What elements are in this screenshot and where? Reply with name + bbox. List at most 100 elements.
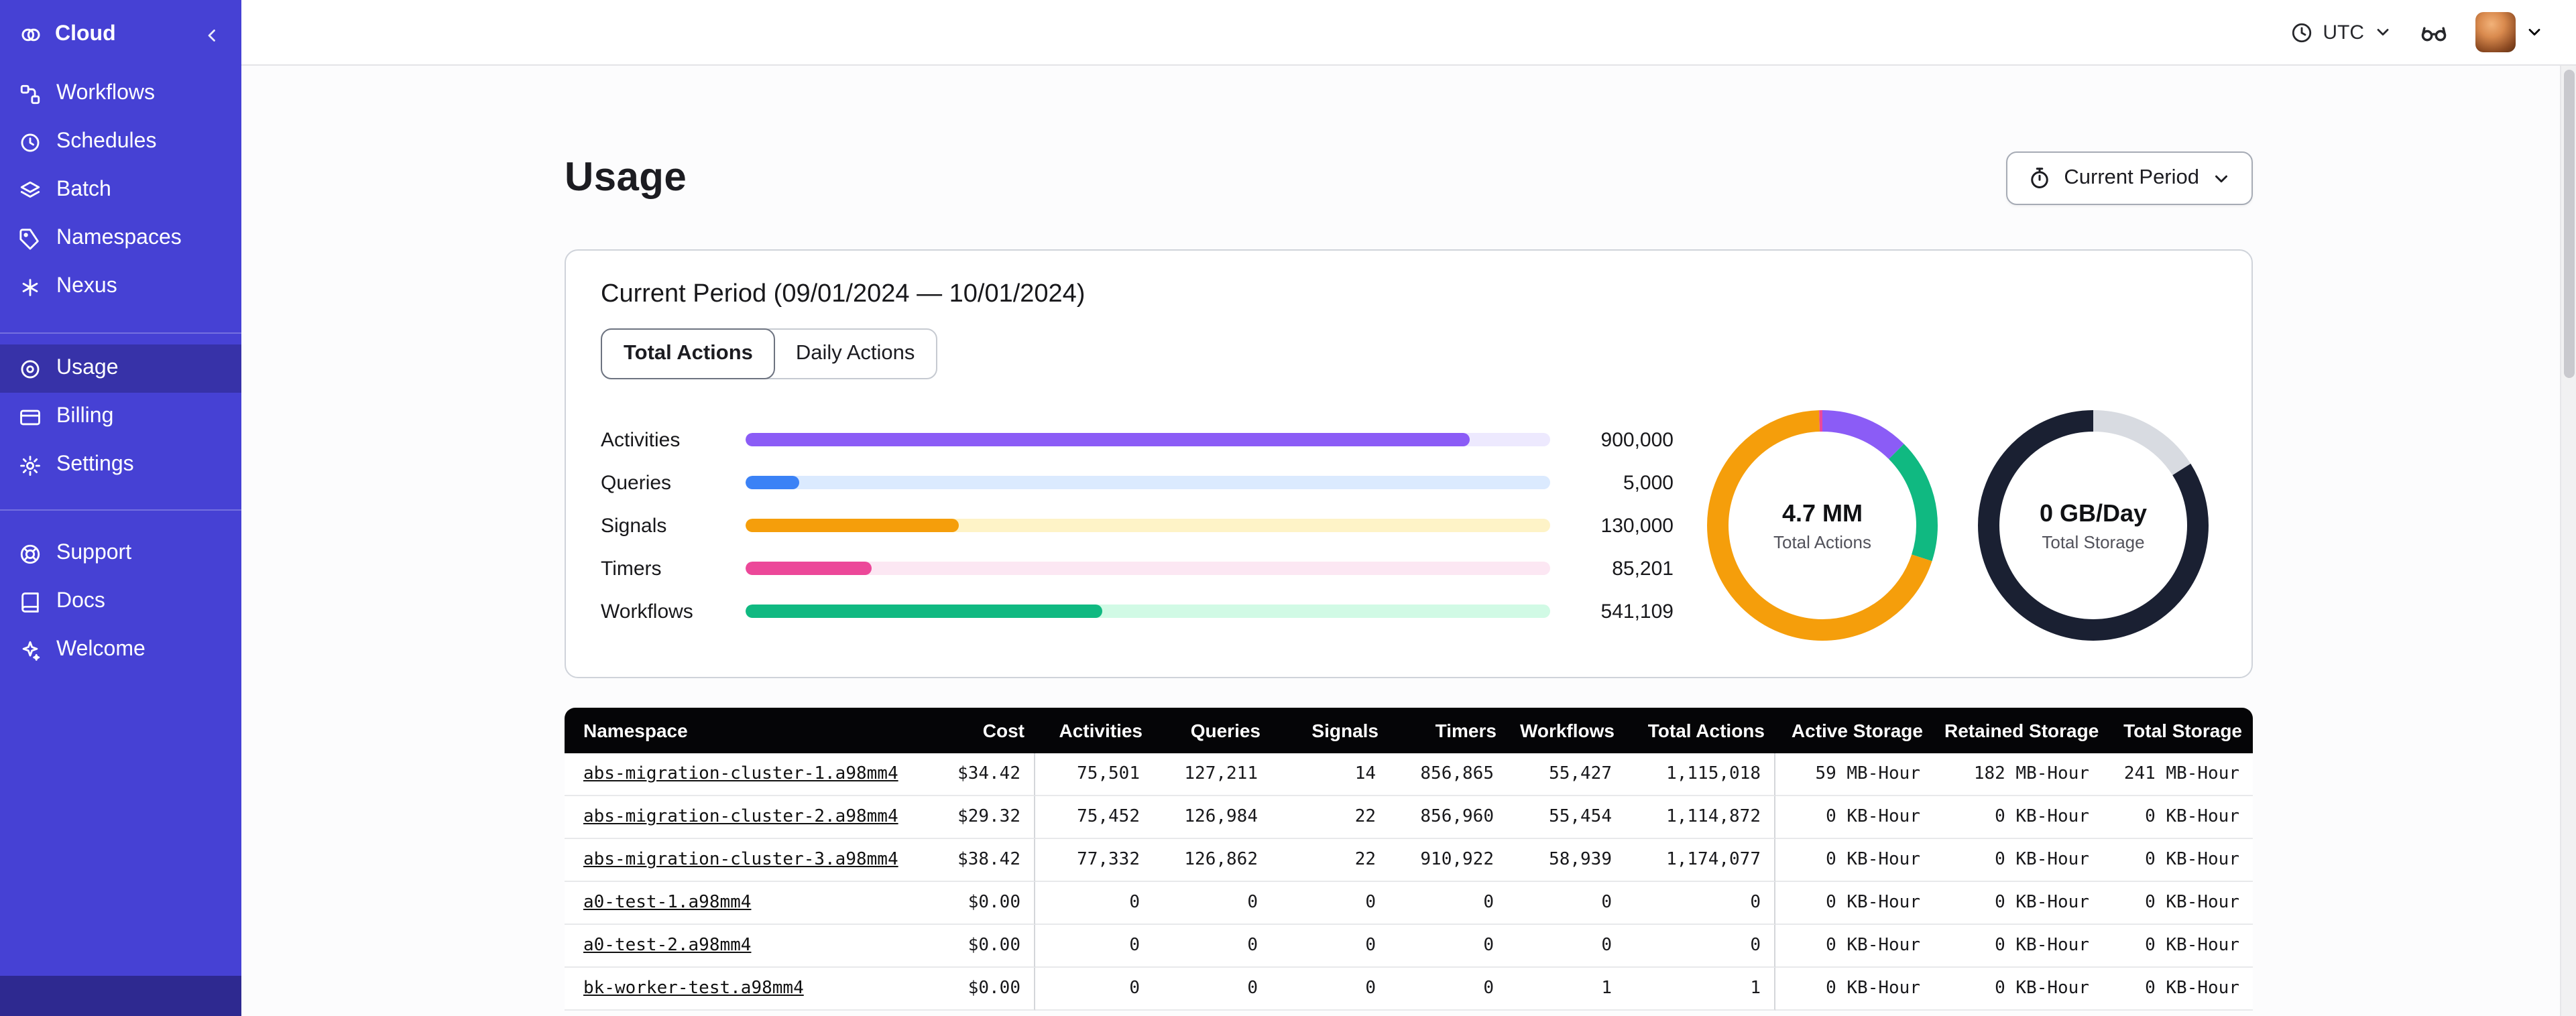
bar-track — [746, 562, 1550, 575]
sidebar-item-label: Welcome — [56, 638, 145, 661]
sidebar-brand: Cloud — [0, 0, 241, 70]
table-cell: 0 — [1153, 925, 1271, 968]
bar-fill — [746, 433, 1470, 446]
sidebar-nav: Workflows Schedules Batch Namespaces Nex… — [0, 70, 241, 674]
stopwatch-icon — [2028, 166, 2052, 190]
sidebar-item-welcome[interactable]: Welcome — [0, 626, 241, 674]
sidebar-divider — [0, 332, 241, 334]
table-cell: 0 KB-Hour — [1934, 796, 2103, 839]
table-header-row: Namespace Cost Activities Queries Signals Tim… — [565, 708, 2253, 753]
table-cell: 0 — [1271, 882, 1389, 925]
period-selector-button[interactable]: Current Period — [2006, 151, 2253, 205]
billing-icon — [19, 405, 42, 428]
timezone-selector[interactable]: UTC — [2290, 21, 2392, 44]
sidebar-item-label: Billing — [56, 405, 114, 428]
bar-track — [746, 433, 1550, 446]
avatar[interactable] — [2475, 12, 2516, 52]
table-cell: 0 — [1035, 968, 1153, 1011]
table-cell: 241 MB-Hour — [2103, 753, 2253, 796]
sidebar-item-label: Namespaces — [56, 227, 182, 249]
table-cell: 0 — [1153, 882, 1271, 925]
table-cell: 0 KB-Hour — [1934, 968, 2103, 1011]
sidebar-item-settings[interactable]: Settings — [0, 441, 241, 489]
total-storage-caption: Total Storage — [2042, 531, 2145, 552]
table-cell: 0 KB-Hour — [2103, 839, 2253, 882]
table-cell: 55,427 — [1507, 753, 1625, 796]
sidebar-footer[interactable] — [0, 976, 241, 1016]
bar-label: Timers — [601, 557, 662, 580]
sidebar-item-usage[interactable]: Usage — [0, 344, 241, 393]
table-cell: 59 MB-Hour — [1775, 753, 1934, 796]
glasses-icon[interactable] — [2419, 17, 2449, 47]
clock-icon — [2290, 21, 2313, 44]
table-row: bk-worker-test.a98mm4 $0.00 0 0 0 0 1 1 0 KB-Hou… — [565, 968, 2253, 1011]
sidebar-item-label: Workflows — [56, 82, 155, 105]
chevron-left-icon — [208, 29, 215, 41]
sidebar-item-nexus[interactable]: Nexus — [0, 263, 241, 311]
table-cell: 1 — [1507, 968, 1625, 1011]
bar-label: Activities — [601, 428, 681, 451]
namespace-link[interactable]: abs-migration-cluster-1.a98mm4 — [583, 764, 898, 784]
sidebar-collapse-button[interactable] — [202, 25, 223, 45]
table-cell: 75,501 — [1035, 753, 1153, 796]
main-content: Usage Current Period Current Period (09/… — [241, 66, 2576, 1016]
bar-row: Activities 900,000 — [601, 425, 1674, 454]
namespace-link[interactable]: a0-test-2.a98mm4 — [583, 936, 751, 956]
card-title: Current Period (09/01/2024 — 10/01/2024) — [601, 280, 1086, 308]
temporal-logo-icon — [19, 23, 43, 47]
bar-value: 85,201 — [1612, 557, 1674, 580]
chevron-down-icon — [2374, 23, 2392, 42]
user-menu[interactable] — [2475, 12, 2544, 52]
tab-daily-actions[interactable]: Daily Actions — [774, 330, 936, 378]
sidebar-item-billing[interactable]: Billing — [0, 393, 241, 441]
brand-label: Cloud — [55, 23, 116, 46]
chevron-down-icon — [2211, 168, 2231, 188]
column-header: Total Actions — [1625, 708, 1775, 753]
bar-track — [746, 519, 1550, 532]
timezone-label: UTC — [2323, 21, 2364, 44]
table-cell: 1,174,077 — [1625, 839, 1775, 882]
table-row: abs-migration-cluster-2.a98mm4 $29.32 75,4… — [565, 796, 2253, 839]
namespace-link[interactable]: abs-migration-cluster-3.a98mm4 — [583, 850, 898, 870]
actions-bar-chart: Activities 900,000 Queries 5,000 Signals 130,… — [601, 425, 1674, 626]
total-storage-value: 0 GB/Day — [2039, 499, 2148, 526]
table-cell: 856,865 — [1389, 753, 1507, 796]
table-cell: bk-worker-test.a98mm4 — [565, 968, 917, 1011]
total-actions-donut: 4.7 MM Total Actions — [1700, 403, 1944, 647]
table-cell: $34.42 — [917, 753, 1035, 796]
table-cell: $29.32 — [917, 796, 1035, 839]
nexus-icon — [19, 275, 42, 298]
table-cell: 0 — [1035, 882, 1153, 925]
scrollbar-thumb[interactable] — [2564, 70, 2575, 378]
bar-track — [746, 476, 1550, 489]
sidebar-item-workflows[interactable]: Workflows — [0, 70, 241, 118]
table-cell: 0 — [1035, 925, 1153, 968]
table-cell: 1,115,018 — [1625, 753, 1775, 796]
table-row: abs-migration-cluster-1.a98mm4 $34.42 75,5… — [565, 753, 2253, 796]
column-header: Namespace — [565, 708, 917, 753]
tab-total-actions[interactable]: Total Actions — [601, 328, 776, 379]
table-cell: 0 — [1625, 882, 1775, 925]
column-header: Total Storage — [2103, 708, 2253, 753]
namespace-link[interactable]: abs-migration-cluster-2.a98mm4 — [583, 807, 898, 827]
table-cell: a0-test-2.a98mm4 — [565, 925, 917, 968]
sidebar-item-docs[interactable]: Docs — [0, 578, 241, 626]
table-cell: 0 — [1271, 968, 1389, 1011]
sidebar-item-batch[interactable]: Batch — [0, 166, 241, 214]
docs-icon — [19, 590, 42, 613]
table-cell: 58,939 — [1507, 839, 1625, 882]
usage-icon — [19, 357, 42, 380]
table-cell: 1 — [1625, 968, 1775, 1011]
sidebar-item-support[interactable]: Support — [0, 529, 241, 578]
namespace-link[interactable]: a0-test-1.a98mm4 — [583, 893, 751, 913]
vertical-scrollbar[interactable] — [2560, 66, 2576, 1016]
table-cell: a0-test-1.a98mm4 — [565, 882, 917, 925]
schedules-icon — [19, 131, 42, 153]
sidebar-item-namespaces[interactable]: Namespaces — [0, 214, 241, 263]
table-cell: 0 — [1153, 968, 1271, 1011]
sidebar-item-schedules[interactable]: Schedules — [0, 118, 241, 166]
table-cell: abs-migration-cluster-2.a98mm4 — [565, 796, 917, 839]
namespace-link[interactable]: bk-worker-test.a98mm4 — [583, 978, 804, 999]
bar-track — [746, 605, 1550, 618]
total-actions-value: 4.7 MM — [1781, 499, 1863, 526]
